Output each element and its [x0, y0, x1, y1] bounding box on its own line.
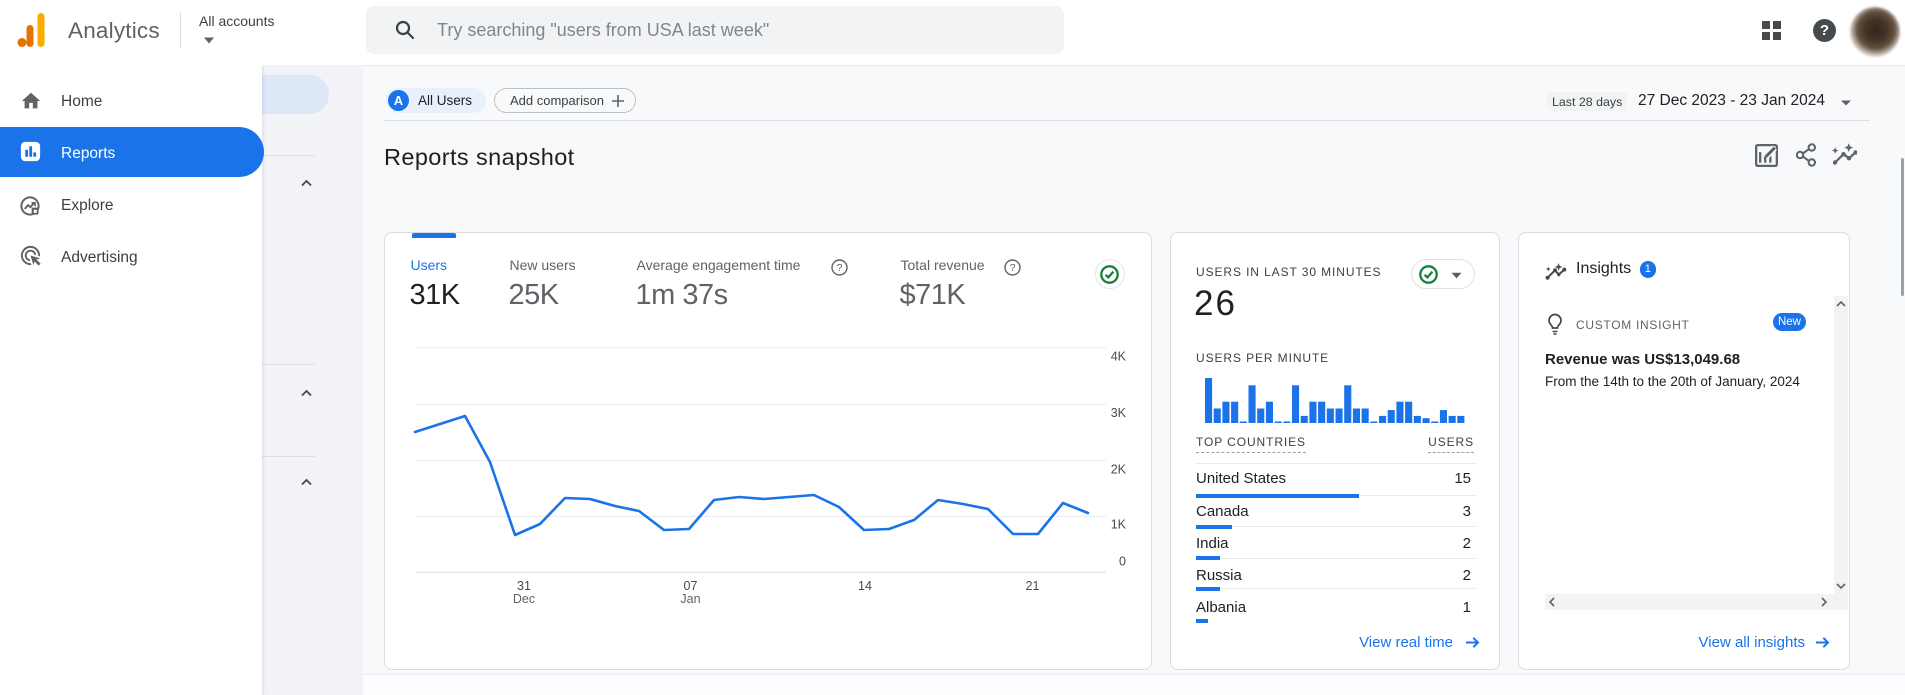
- svg-text:0: 0: [1119, 555, 1126, 569]
- svg-text:3K: 3K: [1110, 406, 1126, 420]
- svg-text:2K: 2K: [1110, 462, 1126, 476]
- svg-text:07: 07: [683, 579, 697, 593]
- svg-text:Jan: Jan: [680, 592, 700, 606]
- svg-text:31: 31: [517, 579, 531, 593]
- svg-text:21: 21: [1025, 579, 1039, 593]
- svg-text:?: ?: [1009, 262, 1015, 274]
- svg-text:?: ?: [836, 262, 842, 274]
- svg-text:1K: 1K: [1110, 518, 1126, 532]
- svg-text:4K: 4K: [1110, 350, 1126, 364]
- svg-text:14: 14: [858, 579, 872, 593]
- svg-text:Dec: Dec: [512, 592, 534, 606]
